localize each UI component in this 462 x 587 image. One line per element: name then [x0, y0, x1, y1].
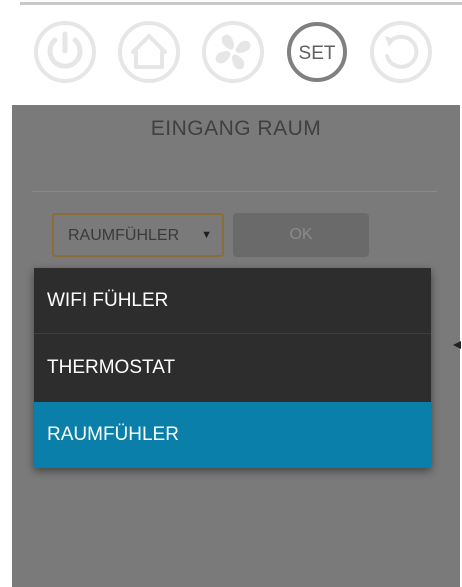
set-label: SET — [299, 43, 336, 64]
home-button[interactable] — [117, 20, 181, 84]
power-button[interactable] — [33, 20, 97, 84]
dropdown-option-thermostat[interactable]: THERMOSTAT — [34, 335, 431, 401]
panel-title: EINGANG RAUM — [150, 117, 322, 140]
home-icon — [118, 21, 180, 83]
chevron-down-icon: ▼ — [201, 229, 212, 241]
set-icon: SET — [287, 22, 347, 82]
settings-screen: SET EINGANG RAUM RAUMFÜHLER ▼ OK WIFI FÜ… — [0, 0, 462, 587]
icon-toolbar: SET — [0, 20, 462, 86]
set-button[interactable]: SET — [285, 20, 349, 84]
power-icon — [34, 21, 96, 83]
fan-button[interactable] — [201, 20, 265, 84]
sensor-select-value: RAUMFÜHLER — [68, 227, 180, 244]
dropdown-option-wifi-sensor[interactable]: WIFI FÜHLER — [34, 268, 431, 334]
top-divider — [20, 2, 462, 5]
fan-icon — [202, 21, 264, 83]
panel-divider — [32, 191, 437, 192]
sensor-dropdown-menu: WIFI FÜHLER THERMOSTAT RAUMFÜHLER — [34, 268, 431, 468]
dropdown-option-room-sensor[interactable]: RAUMFÜHLER — [34, 402, 431, 468]
arrow-left-icon — [453, 341, 461, 349]
reset-button[interactable] — [369, 20, 433, 84]
reset-icon — [370, 21, 432, 83]
sensor-select[interactable]: RAUMFÜHLER ▼ — [52, 213, 224, 257]
ok-button[interactable]: OK — [233, 213, 369, 257]
